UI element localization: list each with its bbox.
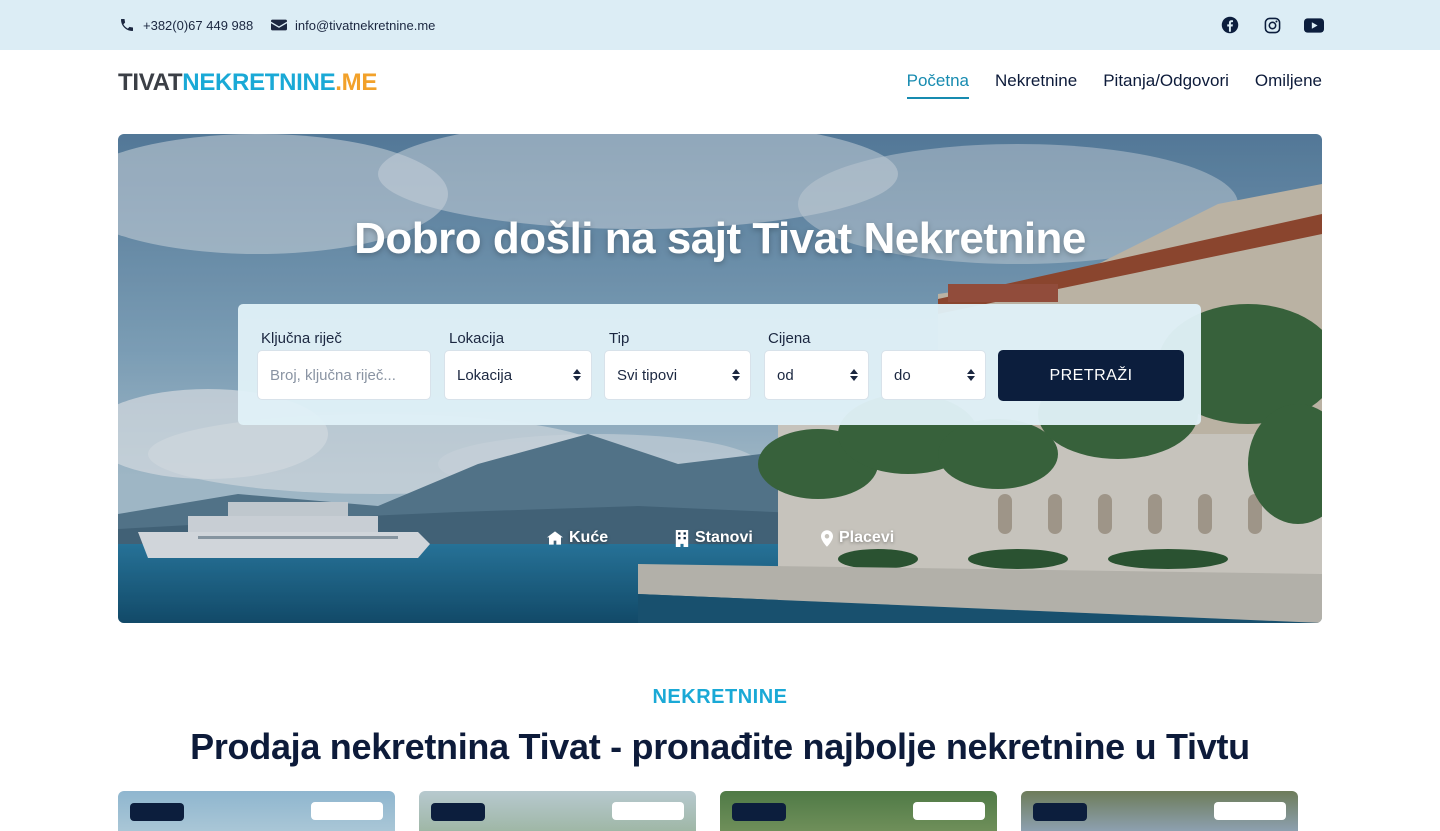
price-to-select[interactable]: do (881, 350, 986, 400)
house-icon (547, 531, 563, 545)
phone-number: +382(0)67 449 988 (143, 17, 254, 33)
keyword-input[interactable]: Broj, ključna riječ... (257, 350, 431, 400)
card-id-tag (913, 802, 985, 820)
site-logo[interactable]: TIVATNEKRETNINE.ME (118, 69, 377, 97)
card-badge (431, 803, 485, 821)
type-label: Tip (609, 330, 630, 347)
select-arrows-icon (732, 369, 740, 381)
nav-item-pocetna[interactable]: Početna (906, 63, 970, 99)
site-header: TIVATNEKRETNINE.ME Početna Nekretnine Pi… (0, 50, 1440, 112)
hero-title: Dobro došli na sajt Tivat Nekretnine (354, 214, 1086, 263)
price-label: Cijena (768, 330, 811, 347)
logo-part-tivat: TIVAT (118, 69, 183, 96)
youtube-icon[interactable] (1304, 15, 1324, 35)
quick-link-kuce[interactable]: Kuće (547, 529, 608, 547)
type-select[interactable]: Svi tipovi (604, 350, 751, 400)
location-label: Lokacija (449, 330, 505, 347)
select-arrows-icon (850, 369, 858, 381)
card-id-tag (311, 802, 383, 820)
search-panel: Ključna riječ Broj, ključna riječ... Lok… (238, 304, 1201, 425)
section-title: Prodaja nekretnina Tivat - pronađite naj… (190, 726, 1250, 767)
card-badge (130, 803, 184, 821)
envelope-icon (271, 19, 287, 31)
price-from-value: od (777, 366, 794, 384)
email-contact[interactable]: info@tivatnekretnine.me (271, 0, 435, 50)
logo-part-me: .ME (335, 69, 378, 96)
type-select-value: Svi tipovi (617, 366, 678, 384)
property-card[interactable] (1021, 791, 1298, 831)
facebook-icon[interactable] (1220, 15, 1240, 35)
nav-item-omiljene[interactable]: Omiljene (1255, 63, 1322, 99)
location-select[interactable]: Lokacija (444, 350, 592, 400)
quick-link-stanovi[interactable]: Stanovi (675, 529, 753, 547)
top-bar: +382(0)67 449 988 info@tivatnekretnine.m… (0, 0, 1440, 50)
card-badge (1033, 803, 1087, 821)
hero-banner: Dobro došli na sajt Tivat Nekretnine Klj… (118, 134, 1322, 623)
quick-link-label: Placevi (839, 529, 895, 546)
search-button[interactable]: PRETRAŽI (998, 350, 1184, 401)
location-select-value: Lokacija (457, 366, 513, 384)
instagram-icon[interactable] (1262, 15, 1282, 35)
card-id-tag (612, 802, 684, 820)
quick-link-placevi[interactable]: Placevi (821, 529, 894, 547)
card-id-tag (1214, 802, 1286, 820)
price-to-value: do (894, 366, 911, 384)
nav-item-pitanja-odgovori[interactable]: Pitanja/Odgovori (1103, 63, 1229, 99)
main-nav: Početna Nekretnine Pitanja/Odgovori Omil… (906, 50, 1322, 112)
property-card[interactable] (720, 791, 997, 831)
building-icon (675, 529, 689, 547)
card-badge (732, 803, 786, 821)
phone-icon (121, 19, 133, 31)
select-arrows-icon (573, 369, 581, 381)
logo-part-nekretnine: NEKRETNINE (182, 69, 336, 96)
select-arrows-icon (967, 369, 975, 381)
email-address: info@tivatnekretnine.me (295, 17, 436, 33)
social-links (1220, 0, 1324, 50)
keyword-label: Ključna riječ (261, 330, 342, 347)
map-pin-icon (821, 529, 833, 547)
quick-link-label: Kuće (569, 529, 609, 546)
quick-link-label: Stanovi (695, 529, 753, 546)
property-card[interactable] (118, 791, 395, 831)
phone-contact[interactable]: +382(0)67 449 988 (119, 0, 253, 50)
property-card[interactable] (419, 791, 696, 831)
section-eyebrow: NEKRETNINE (652, 686, 788, 708)
price-from-select[interactable]: od (764, 350, 869, 400)
nav-item-nekretnine[interactable]: Nekretnine (995, 63, 1077, 99)
